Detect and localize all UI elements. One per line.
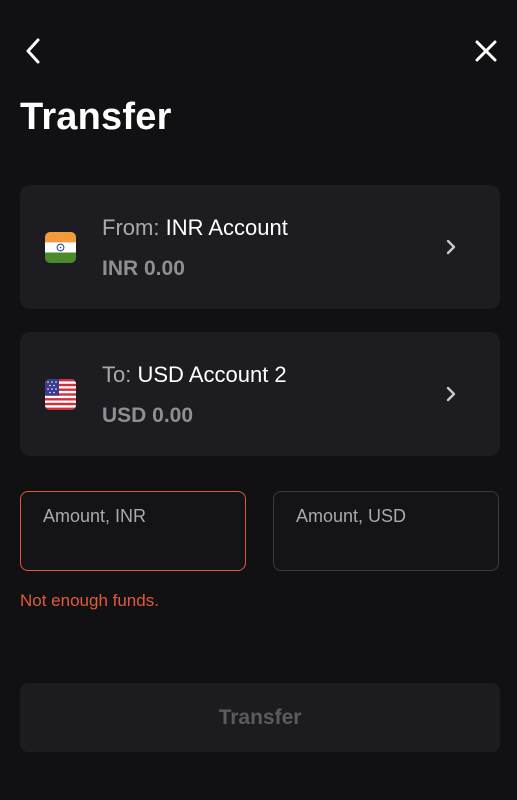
from-account-balance: INR 0.00 — [102, 257, 185, 280]
to-label: To: — [102, 362, 132, 387]
close-icon — [475, 40, 497, 62]
to-account-selector[interactable]: To: USD Account 2 USD 0.00 — [20, 332, 500, 456]
from-account-title: From: INR Account — [102, 214, 288, 242]
to-account-title: To: USD Account 2 — [102, 361, 287, 389]
transfer-screen: Transfer From: INR Account INR 0.00 To: … — [0, 0, 517, 800]
close-button[interactable] — [469, 34, 503, 68]
amount-inr-field[interactable]: Amount, INR — [20, 491, 246, 571]
amount-usd-label: Amount, USD — [296, 506, 407, 526]
transfer-button[interactable]: Transfer — [20, 683, 500, 752]
india-flag-icon — [45, 232, 76, 263]
usa-flag-icon — [45, 379, 76, 410]
to-account-balance: USD 0.00 — [102, 404, 194, 427]
amount-inr-label: Amount, INR — [43, 506, 147, 526]
error-message: Not enough funds. — [20, 591, 159, 610]
amount-usd-field[interactable]: Amount, USD — [273, 491, 499, 571]
from-account-name: INR Account — [165, 215, 288, 240]
to-account-name: USD Account 2 — [137, 362, 287, 387]
chevron-left-icon — [26, 38, 40, 64]
chevron-right-icon — [446, 386, 456, 402]
from-account-selector[interactable]: From: INR Account INR 0.00 — [20, 185, 500, 309]
chevron-right-icon — [446, 239, 456, 255]
from-label: From: — [102, 215, 160, 240]
page-title: Transfer — [20, 96, 172, 138]
back-button[interactable] — [18, 34, 48, 68]
